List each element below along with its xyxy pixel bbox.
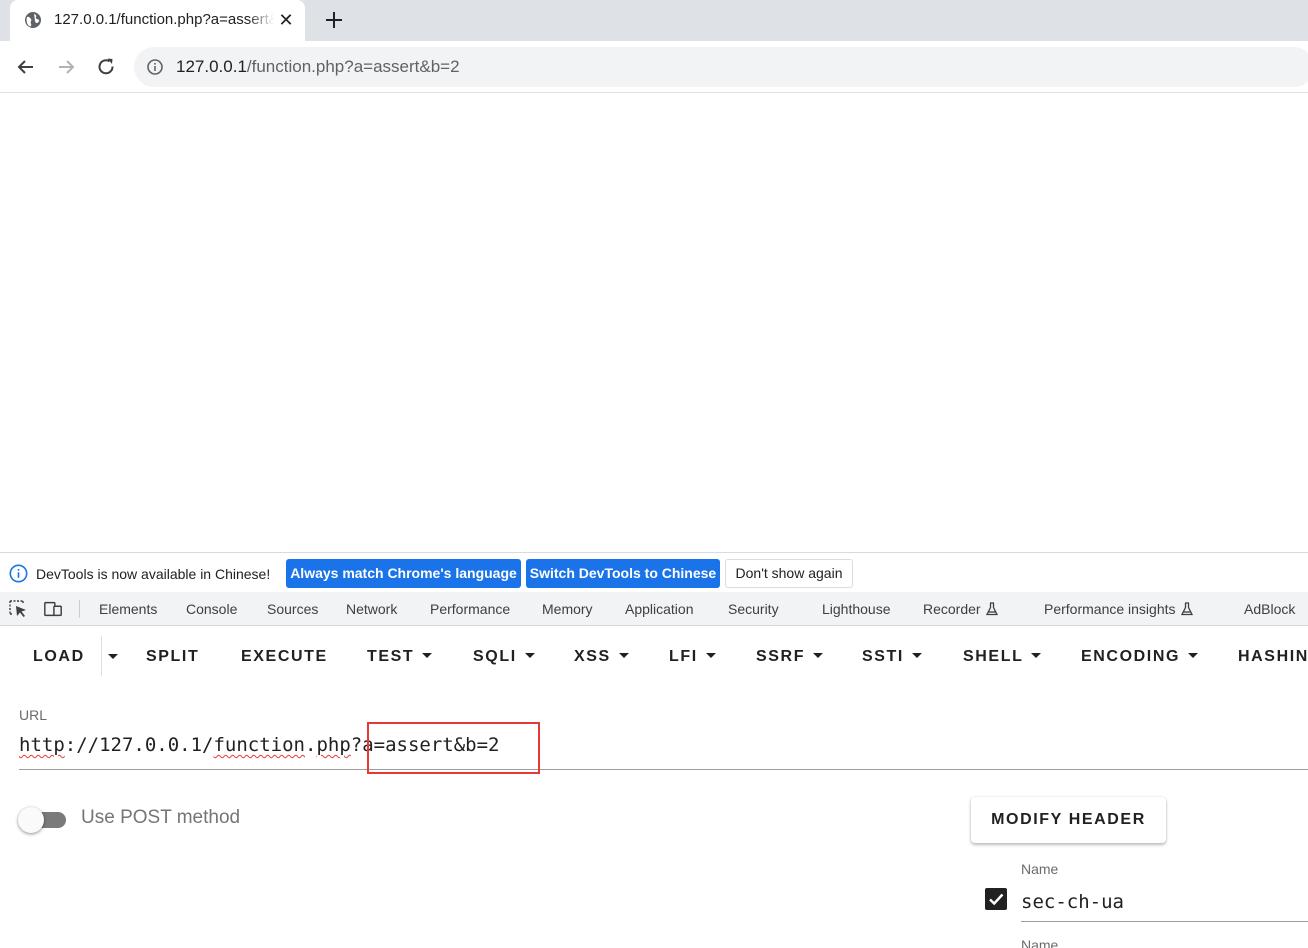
tab-title: 127.0.0.1/function.php?a=assert&b=2 — [54, 11, 274, 28]
xss-menu-label: XSS — [574, 648, 611, 665]
dont-show-again-button[interactable]: Don't show again — [725, 559, 853, 588]
tab-strip: 127.0.0.1/function.php?a=assert&b=2 ✕ — [0, 0, 1308, 41]
info-icon — [9, 564, 28, 583]
sqli-menu[interactable]: SQLI — [473, 648, 535, 666]
ssti-menu[interactable]: SSTI — [862, 648, 922, 666]
ssrf-menu[interactable]: SSRF — [756, 648, 824, 666]
always-match-language-button[interactable]: Always match Chrome's language — [286, 559, 521, 588]
browser-toolbar: 127.0.0.1/function.php?a=assert&b=2 — [0, 41, 1308, 93]
caret-down-icon — [1188, 653, 1199, 658]
tab-performance[interactable]: Performance — [430, 601, 510, 617]
infobar-message: DevTools is now available in Chinese! — [36, 566, 271, 582]
tab-recorder[interactable]: Recorder — [923, 601, 999, 617]
browser-tab[interactable]: 127.0.0.1/function.php?a=assert&b=2 ✕ — [10, 0, 305, 41]
ssrf-menu-label: SSRF — [756, 648, 806, 665]
lfi-menu[interactable]: LFI — [669, 648, 716, 666]
url-file: function — [213, 734, 305, 756]
devtools-language-infobar: DevTools is now available in Chinese! Al… — [0, 552, 1308, 592]
test-menu-label: TEST — [367, 648, 415, 665]
tab-console[interactable]: Console — [186, 601, 237, 617]
caret-down-icon — [705, 653, 716, 658]
header-name-label: Name — [1021, 861, 1059, 877]
execute-button[interactable]: EXECUTE — [241, 648, 328, 666]
lfi-menu-label: LFI — [669, 648, 698, 665]
post-method-toggle[interactable] — [18, 807, 68, 833]
load-button[interactable]: LOAD — [33, 648, 85, 666]
header-name-input[interactable]: sec-ch-ua — [1021, 891, 1124, 913]
address-bar[interactable]: 127.0.0.1/function.php?a=assert&b=2 — [134, 47, 1308, 87]
load-dropdown-caret-icon[interactable] — [108, 654, 118, 659]
split-button[interactable]: SPLIT — [146, 648, 199, 666]
address-host: 127.0.0.1 — [176, 57, 247, 76]
globe-icon — [25, 12, 41, 28]
info-icon[interactable] — [146, 58, 164, 76]
tab-security[interactable]: Security — [728, 601, 779, 617]
header-name-label-next: Name — [1021, 937, 1059, 948]
url-dot: . — [305, 734, 317, 756]
tab-elements[interactable]: Elements — [99, 601, 157, 617]
close-icon[interactable]: ✕ — [276, 10, 296, 30]
sqli-menu-label: SQLI — [473, 648, 517, 665]
header-name-underline — [1021, 921, 1308, 922]
encoding-menu-label: ENCODING — [1081, 648, 1181, 665]
modify-header-button[interactable]: MODIFY HEADER — [971, 797, 1166, 843]
encoding-menu[interactable]: ENCODING — [1081, 648, 1199, 666]
tab-recorder-label: Recorder — [923, 601, 981, 617]
url-underline — [19, 769, 1308, 770]
address-path: /function.php?a=assert&b=2 — [246, 57, 460, 76]
address-text[interactable]: 127.0.0.1/function.php?a=assert&b=2 — [176, 57, 460, 77]
caret-down-icon — [524, 653, 535, 658]
back-icon[interactable] — [13, 54, 39, 80]
header-enabled-checkbox[interactable] — [985, 888, 1007, 910]
url-scheme: http — [19, 734, 65, 756]
reload-icon[interactable] — [93, 54, 119, 80]
url-host: ://127.0.0.1/ — [64, 734, 214, 756]
test-menu[interactable]: TEST — [367, 648, 433, 666]
post-method-label: Use POST method — [81, 807, 241, 828]
caret-down-icon — [911, 653, 922, 658]
query-highlight-box — [367, 722, 540, 774]
hackbar-toolbar: LOAD SPLIT EXECUTE TEST SQLI XSS LFI SSR… — [0, 626, 1308, 688]
flask-icon — [1180, 602, 1193, 616]
check-icon — [989, 893, 1004, 906]
caret-down-icon — [1031, 653, 1042, 658]
url-ext: php — [316, 734, 351, 756]
caret-down-icon — [813, 653, 824, 658]
page-viewport — [0, 94, 1308, 552]
devtools-tab-bar: Elements Console Sources Network Perform… — [0, 592, 1308, 626]
tab-lighthouse[interactable]: Lighthouse — [822, 601, 891, 617]
switch-to-chinese-button[interactable]: Switch DevTools to Chinese — [526, 559, 720, 588]
hashing-menu[interactable]: HASHING — [1238, 648, 1308, 666]
shell-menu[interactable]: SHELL — [963, 648, 1042, 666]
tab-memory[interactable]: Memory — [542, 601, 593, 617]
caret-down-icon — [618, 653, 629, 658]
tab-performance-insights[interactable]: Performance insights — [1044, 601, 1194, 617]
shell-menu-label: SHELL — [963, 648, 1024, 665]
plus-icon[interactable] — [321, 7, 347, 33]
forward-icon[interactable] — [53, 54, 79, 80]
device-toolbar-icon[interactable] — [43, 600, 63, 618]
caret-down-icon — [422, 653, 433, 658]
xss-menu[interactable]: XSS — [574, 648, 629, 666]
tab-adblock[interactable]: AdBlock — [1244, 601, 1295, 617]
tab-performance-insights-label: Performance insights — [1044, 601, 1176, 617]
tab-sources[interactable]: Sources — [267, 601, 318, 617]
tab-network[interactable]: Network — [346, 601, 397, 617]
toggle-thumb — [18, 807, 44, 833]
load-split-divider — [101, 636, 102, 676]
toolbar-divider — [79, 600, 80, 618]
ssti-menu-label: SSTI — [862, 648, 904, 665]
flask-icon — [985, 602, 998, 616]
url-field-label: URL — [19, 707, 48, 723]
inspect-element-icon[interactable] — [9, 600, 29, 618]
tab-application[interactable]: Application — [625, 601, 694, 617]
